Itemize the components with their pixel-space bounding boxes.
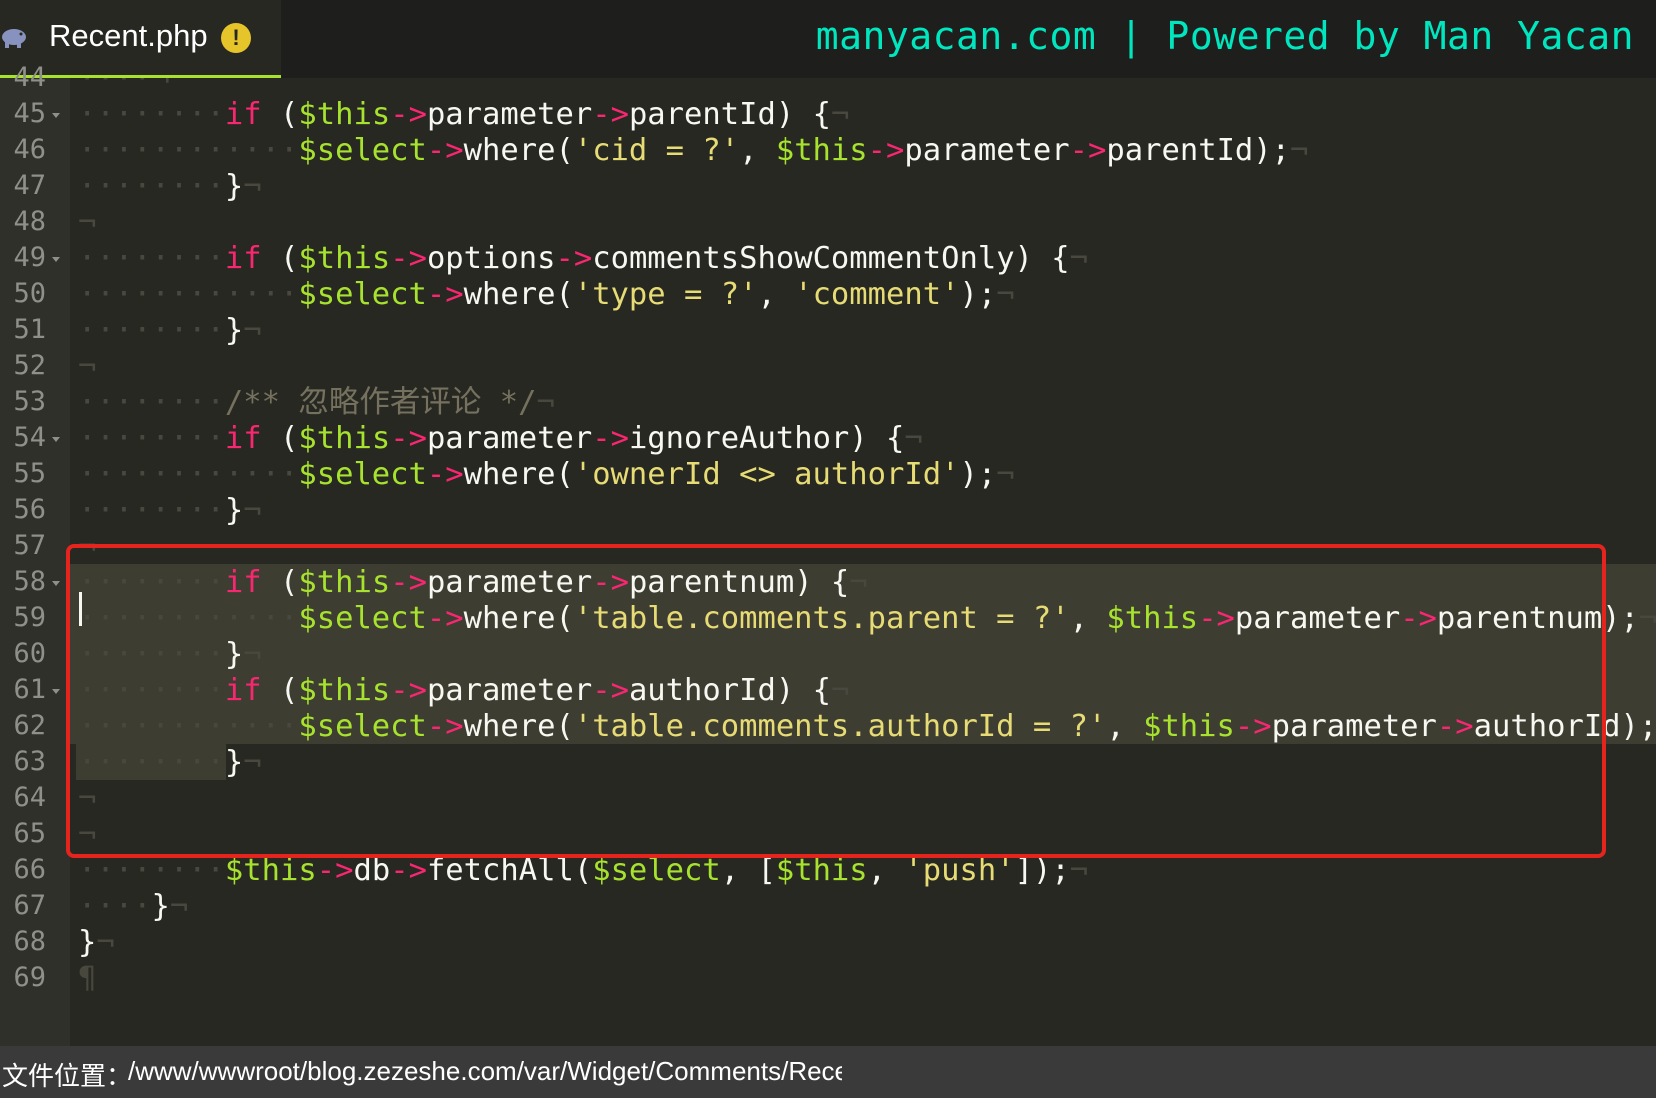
line-number: 55	[13, 458, 46, 489]
line-number: 69	[13, 962, 46, 993]
line-number: 58	[13, 566, 46, 597]
fold-arrow-icon[interactable]	[52, 113, 60, 118]
code-line[interactable]: ········}¬	[78, 312, 262, 350]
code-line[interactable]: ········}¬	[78, 492, 262, 530]
fold-arrow-icon[interactable]	[52, 689, 60, 694]
line-number: 53	[13, 386, 46, 417]
line-number: 56	[13, 494, 46, 525]
code-line[interactable]: ········if ($this->options->commentsShow…	[78, 240, 1088, 278]
line-number: 59	[13, 602, 46, 633]
code-line[interactable]: ········if ($this->parameter->parentId) …	[78, 96, 849, 134]
line-number: 49	[13, 242, 46, 273]
line-number: 45	[13, 98, 46, 129]
line-number: 46	[13, 134, 46, 165]
line-number: 51	[13, 314, 46, 345]
line-number: 62	[13, 710, 46, 741]
title-bar: Recent.php ! manyacan.com | Powered by M…	[0, 0, 1656, 78]
line-number: 67	[13, 890, 46, 921]
watermark: manyacan.com | Powered by Man Yacan	[815, 14, 1634, 58]
code-line[interactable]: ············$select->where('ownerId <> a…	[78, 456, 1015, 494]
line-number: 50	[13, 278, 46, 309]
line-number: 52	[13, 350, 46, 381]
status-bar: 文件位置： /www/wwwroot/blog.zezeshe.com/var/…	[0, 1046, 1656, 1098]
file-path: /www/wwwroot/blog.zezeshe.com/var/Widget…	[128, 1056, 842, 1086]
line-number: 48	[13, 206, 46, 237]
tab-label: Recent.php	[49, 18, 208, 53]
php-elephant-icon	[2, 29, 26, 48]
line-number: 63	[13, 746, 46, 777]
code-line[interactable]: ············$select->where('type = ?', '…	[78, 276, 1015, 314]
code-line[interactable]: ¶	[78, 960, 96, 998]
line-number: 68	[13, 926, 46, 957]
annotation-highlight-box	[66, 544, 1606, 858]
warning-icon: !	[221, 23, 251, 53]
code-line[interactable]: ········if ($this->parameter->ignoreAuth…	[78, 420, 923, 458]
line-number: 44	[13, 62, 46, 93]
code-line[interactable]: ············$select->where('cid = ?', $t…	[78, 132, 1308, 170]
fold-arrow-icon[interactable]	[52, 581, 60, 586]
line-number: 47	[13, 170, 46, 201]
code-line[interactable]: ¬	[78, 348, 96, 386]
code-line[interactable]: ········}¬	[78, 168, 262, 206]
line-number: 60	[13, 638, 46, 669]
code-line[interactable]: ····}¬	[78, 888, 188, 926]
line-number: 54	[13, 422, 46, 453]
line-number: 64	[13, 782, 46, 813]
code-line[interactable]: ········/** 忽略作者评论 */¬	[78, 384, 555, 422]
fold-arrow-icon[interactable]	[52, 257, 60, 262]
file-location-label: 文件位置：	[2, 1061, 133, 1091]
line-number: 61	[13, 674, 46, 705]
fold-arrow-icon[interactable]	[52, 437, 60, 442]
code-line[interactable]: ¬	[78, 204, 96, 242]
line-number: 66	[13, 854, 46, 885]
line-number: 57	[13, 530, 46, 561]
code-line[interactable]: }¬	[78, 924, 115, 962]
line-number: 65	[13, 818, 46, 849]
code-line[interactable]: ····¬	[78, 78, 170, 98]
